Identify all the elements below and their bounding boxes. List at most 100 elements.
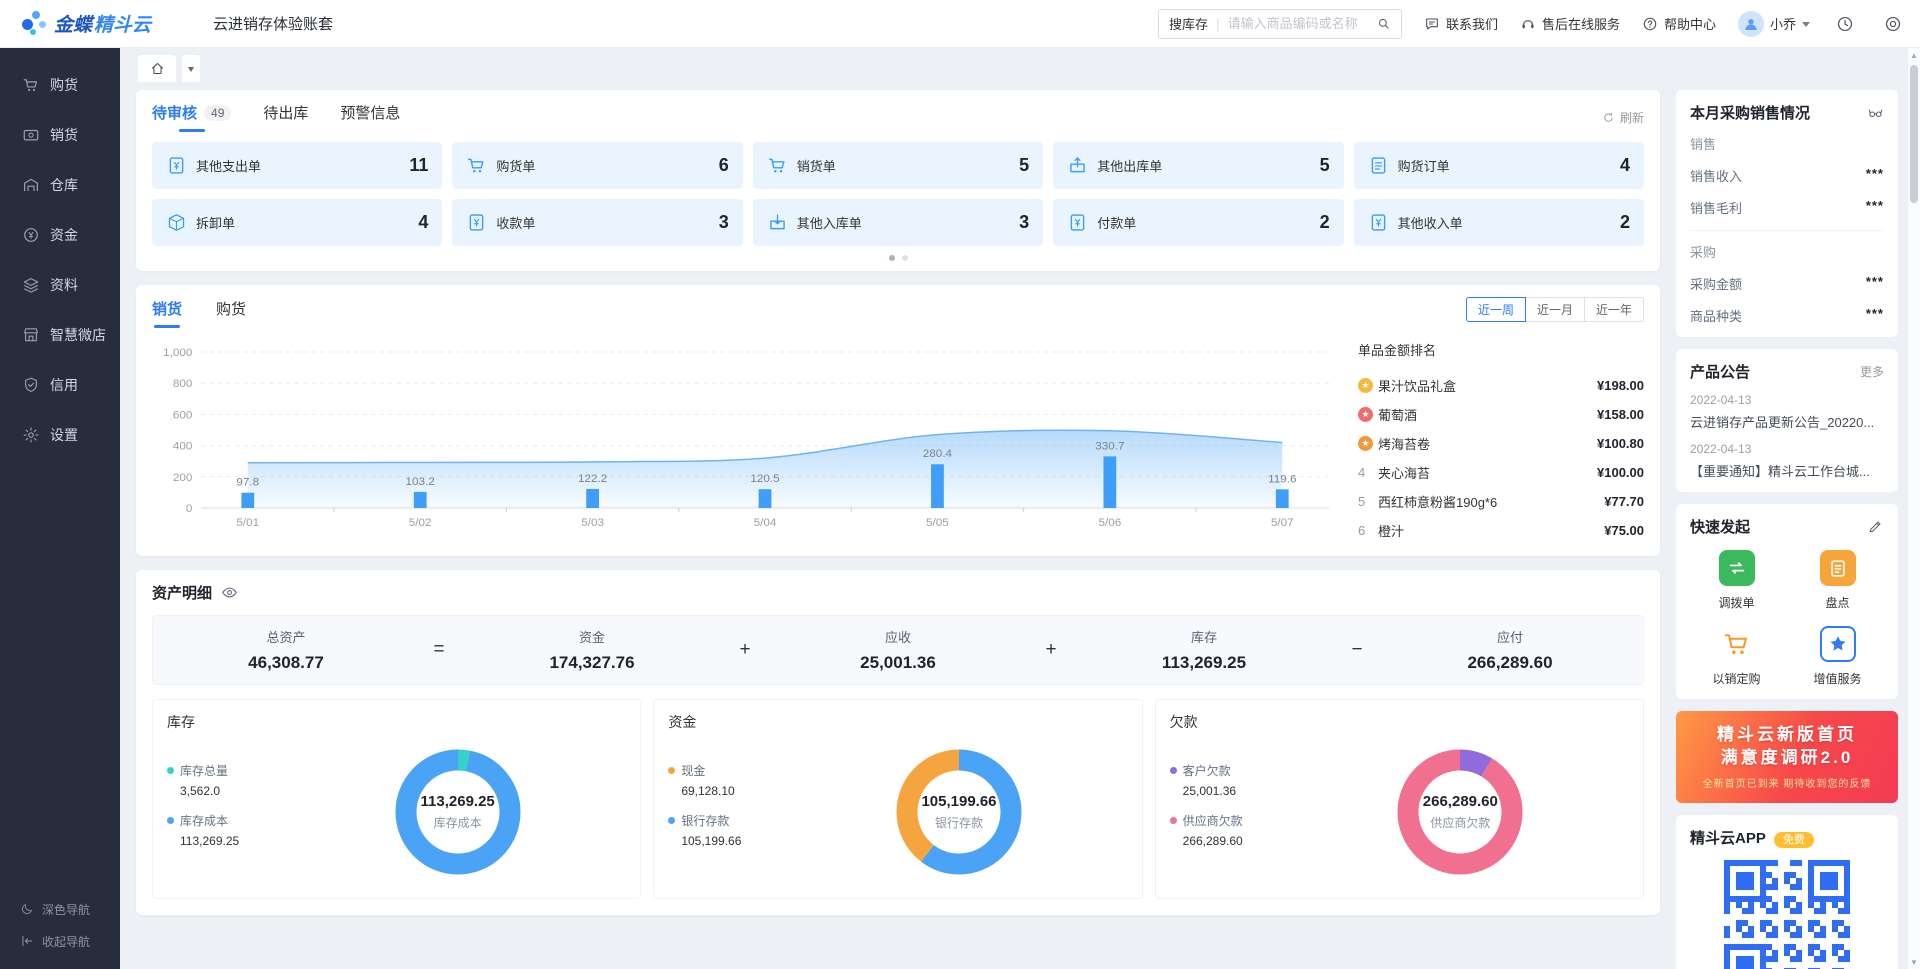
pagination-dot[interactable] [889, 255, 895, 261]
glasses-privacy-icon[interactable] [1867, 104, 1884, 121]
announcements-card: 产品公告 更多 2022-04-13 云进销存产品更新公告_20220... 2… [1676, 349, 1898, 492]
funds-donut-wrap: 105,199.66 银行存款 [790, 738, 1127, 886]
tile-other-inbound-bill[interactable]: 其他入库单3 [753, 199, 1043, 246]
quick-purchase-by-sales[interactable]: 以销定购 [1690, 626, 1783, 687]
sidebar-item-credit[interactable]: 信用 [0, 360, 120, 410]
sidebar-item-settings[interactable]: 设置 [0, 410, 120, 460]
ranking-row[interactable]: 葡萄酒 ¥158.00 [1358, 400, 1644, 429]
search-category-selector[interactable]: 搜库存 [1169, 14, 1208, 33]
clock-icon [1836, 15, 1854, 33]
tile-other-income-bill[interactable]: 其他收入单2 [1354, 199, 1644, 246]
tile-other-expense-bill[interactable]: 其他支出单11 [152, 142, 442, 189]
tile-purchase-order[interactable]: 购货订单4 [1354, 142, 1644, 189]
refresh-button[interactable]: 刷新 [1602, 109, 1644, 126]
dark-nav-toggle[interactable]: 深色导航 [0, 893, 120, 925]
cart-icon [22, 76, 40, 94]
svg-text:0: 0 [186, 503, 193, 515]
sidebar-item-purchase[interactable]: 购货 [0, 60, 120, 110]
sidebar-item-micro-store[interactable]: 智慧微店 [0, 310, 120, 360]
quick-value-added-service[interactable]: 增值服务 [1791, 626, 1884, 687]
svg-text:120.5: 120.5 [750, 473, 779, 485]
search-icon[interactable] [1376, 16, 1391, 31]
pencil-icon[interactable] [1867, 518, 1884, 535]
guide-button[interactable] [1880, 11, 1906, 37]
operator-equals: = [419, 639, 459, 661]
history-button[interactable] [1832, 11, 1858, 37]
page-scrollbar[interactable]: ▲ ▼ [1907, 48, 1920, 969]
user-menu[interactable]: 小乔 [1738, 11, 1810, 37]
tab-purchase-trend[interactable]: 购货 [216, 298, 246, 328]
tab-pending-approval[interactable]: 待审核 49 [152, 102, 231, 132]
summary-value: 25,001.36 [765, 653, 1031, 673]
after-sales-service-link[interactable]: 售后在线服务 [1520, 14, 1620, 33]
legend-value: 266,289.60 [1183, 834, 1292, 848]
search-input[interactable] [1228, 16, 1376, 31]
survey-banner[interactable]: 精斗云新版首页 满意度调研2.0 全新首页已到来 期待收到您的反馈 [1676, 711, 1898, 803]
tab-pending-outbound[interactable]: 待出库 [263, 102, 308, 132]
range-month-button[interactable]: 近一月 [1525, 297, 1585, 322]
svg-text:5/02: 5/02 [409, 517, 432, 529]
summary-total-assets: 总资产 46,308.77 [153, 627, 419, 673]
tab-list-dropdown[interactable] [182, 55, 200, 82]
tab-home[interactable] [138, 55, 176, 82]
app-logo[interactable]: 金蝶 精斗云 [0, 10, 151, 37]
item-amount: ¥77.70 [1604, 494, 1644, 509]
sidebar-item-label: 智慧微店 [50, 325, 106, 345]
announcement-date: 2022-04-13 [1690, 442, 1884, 456]
collapse-nav-button[interactable]: 收起导航 [0, 925, 120, 957]
tile-label: 付款单 [1097, 213, 1136, 232]
sidebar-item-funds[interactable]: 资金 [0, 210, 120, 260]
tile-payment-bill[interactable]: 付款单2 [1053, 199, 1343, 246]
quick-launch-card: 快速发起 调拨单 盘点 以 [1676, 504, 1898, 699]
sidebar-item-warehouse[interactable]: 仓库 [0, 160, 120, 210]
range-year-button[interactable]: 近一年 [1584, 297, 1644, 322]
asset-groups: 库存 库存总量 3,562.0 库存成本 113,269.25 [152, 699, 1644, 899]
ranking-row[interactable]: 6 橙汁 ¥75.00 [1358, 516, 1644, 545]
scrollbar-down-arrow[interactable]: ▼ [1910, 955, 1918, 969]
sidebar-item-sales[interactable]: 销货 [0, 110, 120, 160]
svg-text:5/03: 5/03 [581, 517, 604, 529]
range-week-button[interactable]: 近一周 [1466, 297, 1526, 322]
clipboard-icon [1820, 550, 1856, 586]
announcement-item[interactable]: 2022-04-13 【重要通知】精斗云工作台城... [1690, 442, 1884, 480]
sidebar-item-data[interactable]: 资料 [0, 260, 120, 310]
legend-item: 库存成本 113,269.25 [167, 812, 289, 848]
tile-sales-bill[interactable]: 销货单5 [753, 142, 1043, 189]
quick-stocktake[interactable]: 盘点 [1791, 550, 1884, 611]
debts-donut-wrap: 266,289.60 供应商欠款 [1292, 738, 1629, 886]
inventory-donut-wrap: 113,269.25 库存成本 [289, 738, 626, 886]
quick-launch-grid: 调拨单 盘点 以销定购 增值服务 [1690, 550, 1884, 687]
ranking-row[interactable]: 果汁饮品礼盒 ¥198.00 [1358, 371, 1644, 400]
contact-us-link[interactable]: 联系我们 [1424, 14, 1498, 33]
legend-label: 客户欠款 [1183, 762, 1231, 779]
scrollbar-up-arrow[interactable]: ▲ [1910, 48, 1918, 62]
debts-donut-chart [1386, 738, 1534, 886]
pagination-dot[interactable] [902, 255, 908, 261]
quick-transfer-bill[interactable]: 调拨单 [1690, 550, 1783, 611]
item-name: 夹心海苔 [1378, 463, 1597, 482]
search-box[interactable]: 搜库存 | [1158, 9, 1402, 39]
scrollbar-thumb[interactable] [1910, 65, 1918, 203]
ranking-row[interactable]: 4 夹心海苔 ¥100.00 [1358, 458, 1644, 487]
assets-title: 资产明细 [152, 582, 212, 603]
summary-payable: 应付 266,289.60 [1377, 627, 1643, 673]
announcement-item[interactable]: 2022-04-13 云进销存产品更新公告_20220... [1690, 393, 1884, 431]
item-amount: ¥158.00 [1597, 407, 1644, 422]
more-link[interactable]: 更多 [1860, 363, 1884, 380]
tile-disassembly-bill[interactable]: 拆卸单4 [152, 199, 442, 246]
tile-purchase-bill[interactable]: 购货单6 [452, 142, 742, 189]
summary-inventory: 库存 113,269.25 [1071, 627, 1337, 673]
ranking-row[interactable]: 5 西红柿意粉酱190g*6 ¥77.70 [1358, 487, 1644, 516]
tab-sales-trend[interactable]: 销货 [152, 298, 182, 328]
collapse-nav-label: 收起导航 [42, 933, 90, 950]
eye-icon[interactable] [221, 584, 238, 601]
ranking-row[interactable]: 烤海苔卷 ¥100.80 [1358, 429, 1644, 458]
tile-receipt-bill[interactable]: 收款单3 [452, 199, 742, 246]
tab-alert-info[interactable]: 预警信息 [340, 102, 400, 132]
stat-label: 销售收入 [1690, 166, 1742, 185]
help-center-link[interactable]: 帮助中心 [1642, 14, 1716, 33]
tile-other-outbound-bill[interactable]: 其他出库单5 [1053, 142, 1343, 189]
item-amount: ¥198.00 [1597, 378, 1644, 393]
stat-label: 采购金额 [1690, 274, 1742, 293]
shield-icon [22, 376, 40, 394]
